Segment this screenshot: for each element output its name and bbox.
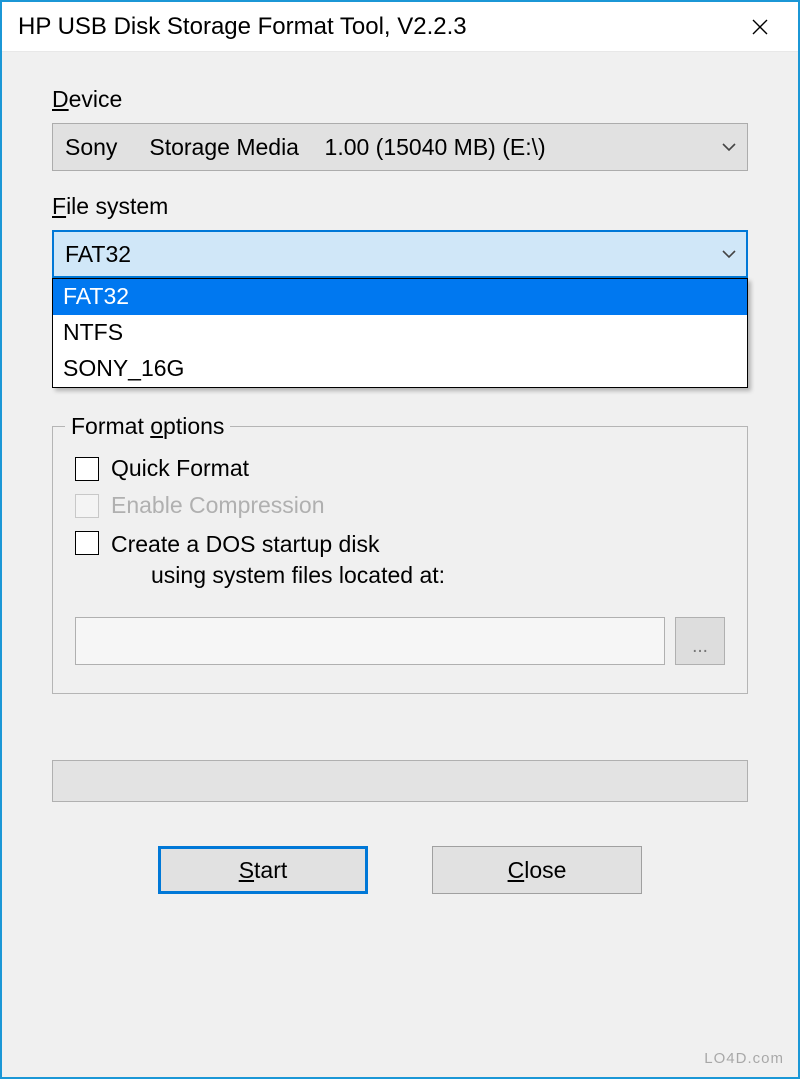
filesystem-dropdown: FAT32 NTFS SONY_16G <box>52 278 748 388</box>
quick-format-label: Quick Format <box>111 455 249 482</box>
close-button[interactable]: Close <box>432 846 642 894</box>
device-combo-value: Sony Storage Media 1.00 (15040 MB) (E:\) <box>65 134 721 161</box>
device-combo[interactable]: Sony Storage Media 1.00 (15040 MB) (E:\) <box>52 123 748 171</box>
dos-startup-checkbox[interactable] <box>75 531 99 555</box>
start-button[interactable]: Start <box>158 846 368 894</box>
dos-path-input <box>75 617 665 665</box>
watermark: LO4D.com <box>704 1050 784 1067</box>
filesystem-option-sony16g[interactable]: SONY_16G <box>53 351 747 387</box>
quick-format-checkbox[interactable] <box>75 457 99 481</box>
progress-bar <box>52 760 748 802</box>
dos-startup-label: Create a DOS startup disk using system f… <box>111 529 445 591</box>
chevron-down-icon <box>721 246 737 262</box>
client-area: Device Sony Storage Media 1.00 (15040 MB… <box>2 52 798 1077</box>
enable-compression-checkbox <box>75 494 99 518</box>
enable-compression-row: Enable Compression <box>75 492 725 519</box>
browse-button[interactable]: ... <box>675 617 725 665</box>
quick-format-row: Quick Format <box>75 455 725 482</box>
filesystem-combo[interactable]: FAT32 FAT32 NTFS SONY_16G <box>52 230 748 278</box>
window-title: HP USB Disk Storage Format Tool, V2.2.3 <box>18 13 736 41</box>
dos-path-row: ... <box>75 617 725 665</box>
dos-startup-row: Create a DOS startup disk using system f… <box>75 529 725 591</box>
device-label: Device <box>52 86 748 113</box>
format-options-group: Format options Quick Format Enable Compr… <box>52 426 748 694</box>
close-icon <box>752 19 768 35</box>
button-row: Start Close <box>52 846 748 894</box>
chevron-down-icon <box>721 139 737 155</box>
close-window-button[interactable] <box>736 3 784 51</box>
enable-compression-label: Enable Compression <box>111 492 325 519</box>
app-window: HP USB Disk Storage Format Tool, V2.2.3 … <box>0 0 800 1079</box>
format-options-legend: Format options <box>65 413 230 440</box>
filesystem-option-ntfs[interactable]: NTFS <box>53 315 747 351</box>
filesystem-label: File system <box>52 193 748 220</box>
title-bar: HP USB Disk Storage Format Tool, V2.2.3 <box>2 2 798 52</box>
filesystem-combo-value: FAT32 <box>65 241 721 268</box>
filesystem-option-fat32[interactable]: FAT32 <box>53 279 747 315</box>
